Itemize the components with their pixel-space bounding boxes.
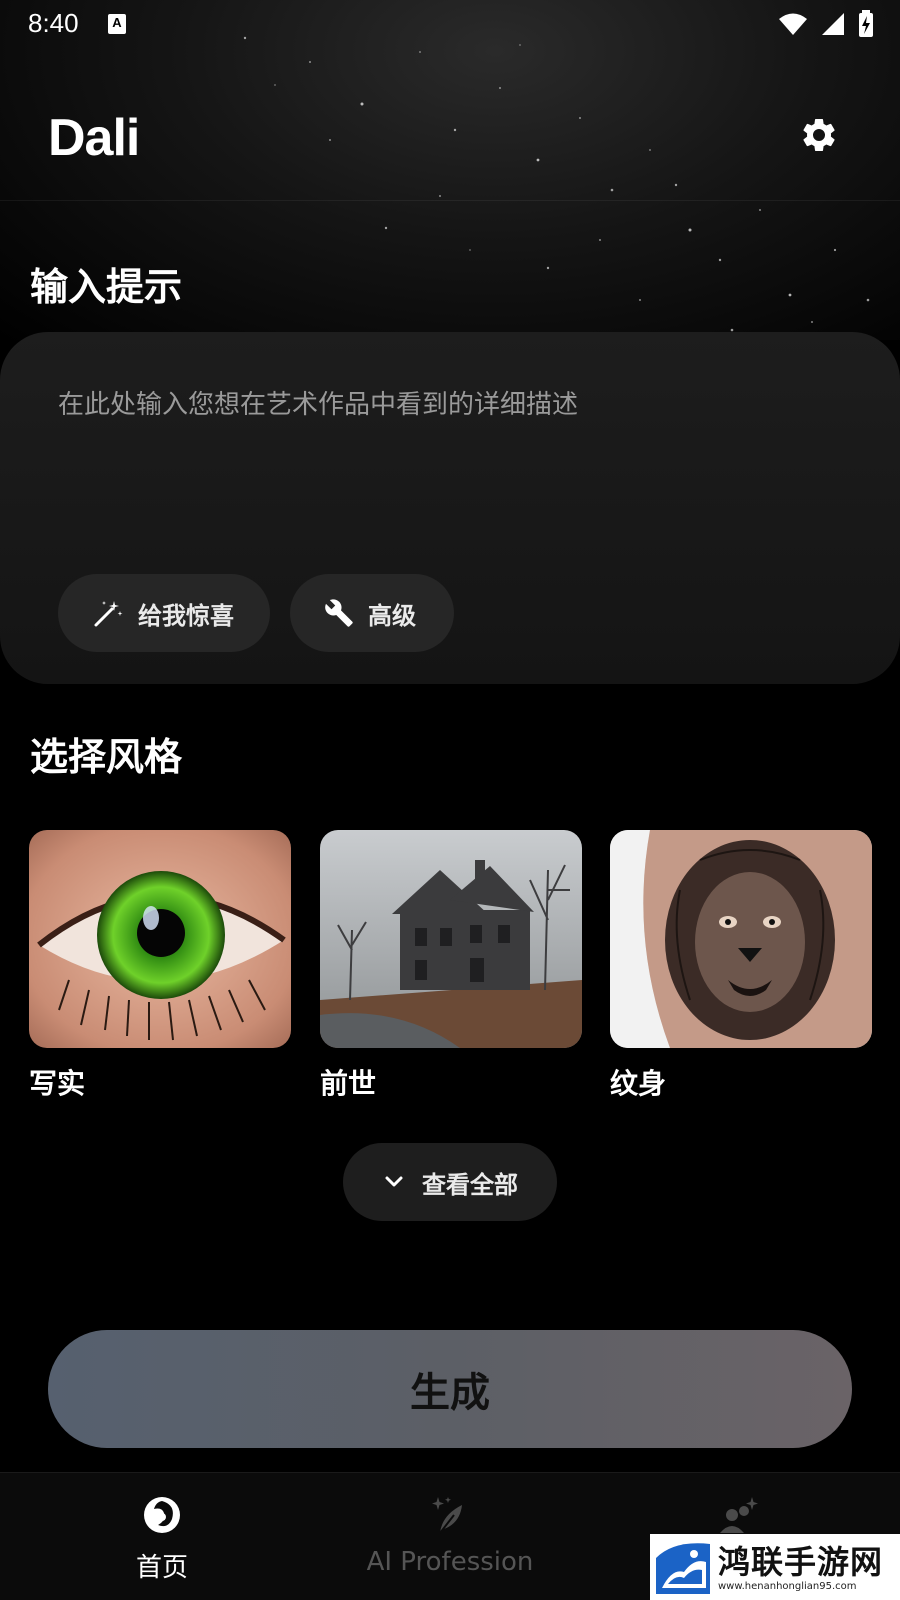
sparkle-feather-icon — [432, 1497, 462, 1534]
style-card-realistic[interactable]: 写实 — [29, 830, 291, 1102]
generate-button[interactable]: 生成 — [48, 1330, 852, 1448]
battery-icon — [859, 10, 873, 37]
style-card-past-life[interactable]: 前世 — [320, 830, 582, 1102]
surprise-me-button[interactable]: 给我惊喜 — [58, 574, 270, 652]
watermark-url: www.henanhonglian95.com — [718, 1580, 857, 1592]
style-label-past-life: 前世 — [320, 1067, 377, 1100]
nav-item-home[interactable]: 首页 — [12, 1473, 312, 1600]
style-section-title: 选择风格 — [30, 735, 183, 779]
style-image-lion-tattoo — [610, 830, 872, 1048]
users-sparkle-icon — [720, 1497, 758, 1533]
gear-icon — [803, 118, 835, 151]
style-image-house — [320, 830, 582, 1048]
surprise-me-label: 给我惊喜 — [138, 601, 234, 630]
watermark-title: 鸿联手游网 — [718, 1542, 884, 1581]
generate-label: 生成 — [410, 1370, 490, 1416]
style-label-tattoo: 纹身 — [610, 1067, 667, 1100]
nav-item-ai-profession[interactable]: AI Profession — [300, 1473, 600, 1600]
wifi-icon — [779, 13, 807, 35]
prompt-input[interactable]: 在此处输入您想在艺术作品中看到的详细描述 — [58, 384, 578, 421]
signal-icon — [822, 13, 844, 35]
prompt-section-title: 输入提示 — [30, 265, 183, 309]
dali-swirl-icon — [144, 1497, 180, 1533]
magic-wand-icon — [94, 601, 123, 627]
status-bar: 8:40 A — [0, 0, 900, 48]
watermark-logo-icon — [656, 1543, 710, 1594]
watermark: 鸿联手游网 www.henanhonglian95.com — [650, 1534, 900, 1600]
app-title: Dali — [48, 109, 140, 167]
chevron-down-icon — [385, 1176, 403, 1187]
style-card-tattoo[interactable]: 纹身 — [610, 830, 872, 1102]
style-label-realistic: 写实 — [29, 1067, 86, 1100]
view-all-label: 查看全部 — [422, 1170, 518, 1199]
settings-button[interactable] — [796, 112, 842, 158]
advanced-label: 高级 — [368, 601, 416, 630]
style-image-eye — [29, 830, 291, 1048]
status-time: 8:40 — [28, 8, 79, 38]
nav-label-ai-profession: AI Profession — [366, 1547, 534, 1577]
wrench-icon — [325, 599, 353, 627]
advanced-button[interactable]: 高级 — [290, 574, 454, 652]
nav-label-home: 首页 — [135, 1553, 188, 1583]
view-all-button[interactable]: 查看全部 — [343, 1143, 557, 1221]
app-bar-divider — [0, 200, 900, 201]
notification-a-icon: A — [108, 14, 126, 34]
